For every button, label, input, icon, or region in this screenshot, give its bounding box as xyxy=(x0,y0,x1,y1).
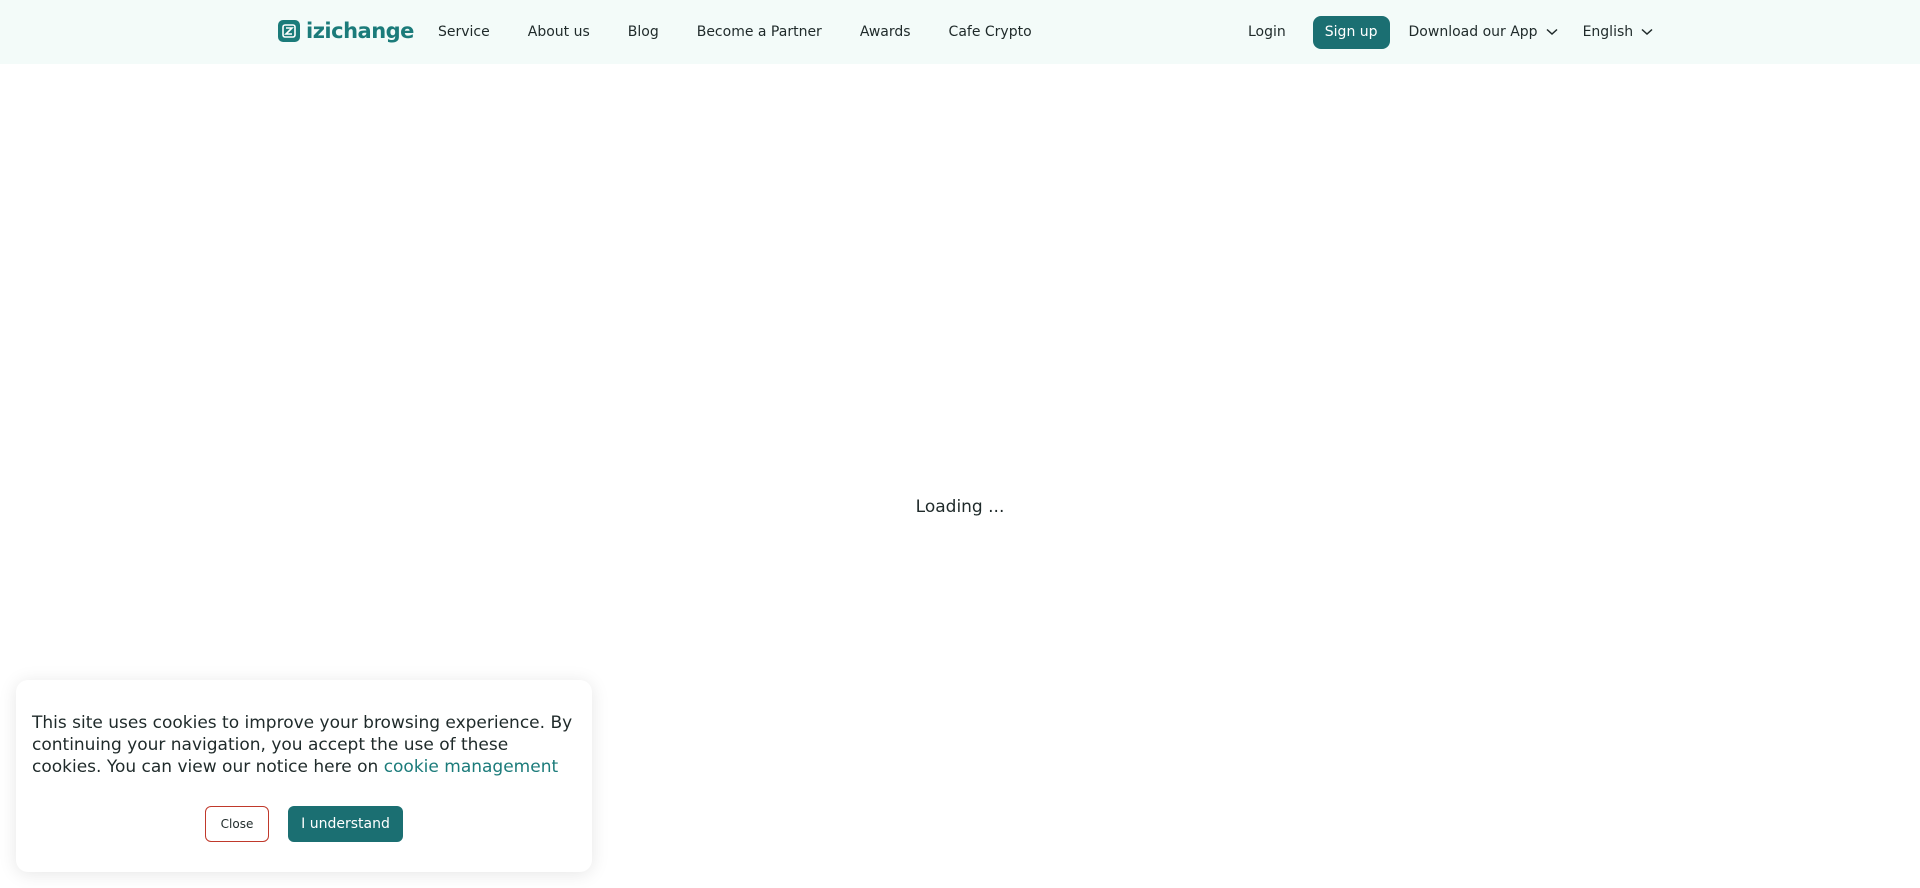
cookie-management-link[interactable]: cookie management xyxy=(384,757,558,777)
logo-text: izichange xyxy=(306,19,414,43)
account-nav: Login Sign up Download our App English xyxy=(1248,0,1678,64)
language-dropdown[interactable]: English xyxy=(1583,24,1654,40)
site-header: izichange Service About us Blog Become a… xyxy=(0,0,1920,64)
nav-cafe-crypto[interactable]: Cafe Crypto xyxy=(949,24,1032,40)
login-link[interactable]: Login xyxy=(1248,24,1286,40)
nav-about-us[interactable]: About us xyxy=(528,24,590,40)
accept-cookies-button[interactable]: I understand xyxy=(288,806,403,842)
loading-indicator: Loading ... xyxy=(915,497,1005,517)
download-app-label: Download our App xyxy=(1408,24,1538,40)
signup-button[interactable]: Sign up xyxy=(1312,15,1390,49)
main-nav: Service About us Blog Become a Partner A… xyxy=(438,0,1070,64)
close-button[interactable]: Close xyxy=(205,806,269,842)
language-label: English xyxy=(1582,24,1634,40)
logo-icon xyxy=(278,20,300,42)
nav-awards[interactable]: Awards xyxy=(860,24,911,40)
nav-service[interactable]: Service xyxy=(438,24,490,40)
logo[interactable]: izichange xyxy=(278,19,414,43)
download-app-dropdown[interactable]: Download our App xyxy=(1409,24,1558,40)
nav-blog[interactable]: Blog xyxy=(628,24,659,40)
chevron-down-icon xyxy=(1641,24,1653,40)
nav-become-partner[interactable]: Become a Partner xyxy=(697,24,822,40)
cookie-banner: This site uses cookies to improve your b… xyxy=(16,680,592,872)
chevron-down-icon xyxy=(1546,24,1558,40)
cookie-message: This site uses cookies to improve your b… xyxy=(32,712,580,778)
